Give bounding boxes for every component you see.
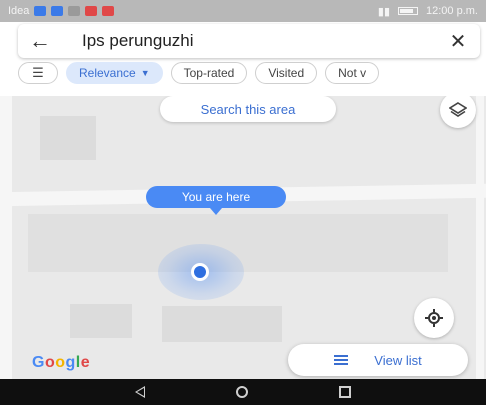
- map-building: [70, 304, 132, 338]
- close-icon[interactable]: ✕: [436, 29, 480, 54]
- back-triangle-icon[interactable]: [135, 386, 146, 398]
- filter-chips: ☰ Relevance ▼ Top-rated Visited Not v: [18, 62, 486, 86]
- map-road: [0, 96, 12, 379]
- notification-icon: [51, 6, 64, 16]
- my-location-button[interactable]: [414, 298, 454, 338]
- map-view[interactable]: Search this area You are here Google Vie…: [0, 96, 486, 379]
- layers-button[interactable]: [440, 96, 476, 128]
- list-icon: [334, 355, 349, 365]
- notification-icon: [102, 6, 115, 16]
- system-nav-bar: [0, 379, 486, 405]
- chip-label: Top-rated: [183, 66, 235, 80]
- recents-square-icon[interactable]: [338, 386, 351, 398]
- chip-top-rated[interactable]: Top-rated: [170, 62, 248, 84]
- filter-sliders-icon: ☰: [32, 65, 44, 80]
- chip-not-visited[interactable]: Not v: [325, 62, 380, 84]
- search-query[interactable]: Ips perunguzhi: [62, 31, 436, 51]
- chip-label: Relevance: [79, 66, 136, 80]
- battery-icon: [398, 7, 419, 15]
- arrow-left-icon[interactable]: ←: [18, 28, 62, 54]
- you-are-here-pointer: [210, 208, 222, 215]
- status-bar: Idea ▮▮ 12:00 p.m.: [0, 0, 486, 22]
- status-bar-left: Idea: [8, 5, 115, 17]
- my-location-icon: [425, 309, 443, 327]
- map-building: [40, 116, 96, 160]
- chevron-down-icon: ▼: [140, 68, 150, 78]
- notification-icon: [68, 6, 81, 16]
- notification-icon: [34, 6, 47, 16]
- chip-label: Visited: [268, 66, 305, 80]
- chip-label: Not v: [338, 66, 367, 80]
- map-road: [476, 96, 484, 379]
- notification-icon: [85, 6, 98, 16]
- current-location-dot: [191, 263, 209, 281]
- carrier-label: Idea: [8, 5, 30, 17]
- google-logo: Google: [32, 354, 91, 371]
- you-are-here-label: You are here: [146, 186, 286, 208]
- view-list-button[interactable]: View list: [288, 344, 468, 376]
- search-header: ← Ips perunguzhi ✕ ☰ Relevance ▼ Top-rat…: [0, 22, 486, 96]
- chip-relevance[interactable]: Relevance ▼: [66, 62, 163, 84]
- signal-icon: ▮▮: [377, 5, 391, 18]
- layers-icon: [449, 102, 467, 117]
- status-bar-right: ▮▮ 12:00 p.m.: [378, 5, 478, 18]
- search-this-area-button[interactable]: Search this area: [160, 96, 336, 122]
- filter-button[interactable]: ☰: [18, 62, 58, 84]
- map-building: [162, 306, 282, 342]
- view-list-label: View list: [374, 352, 422, 368]
- clock: 12:00 p.m.: [426, 5, 478, 17]
- chip-visited[interactable]: Visited: [255, 62, 318, 84]
- home-circle-icon[interactable]: [235, 386, 248, 398]
- search-box[interactable]: ← Ips perunguzhi ✕: [18, 24, 480, 58]
